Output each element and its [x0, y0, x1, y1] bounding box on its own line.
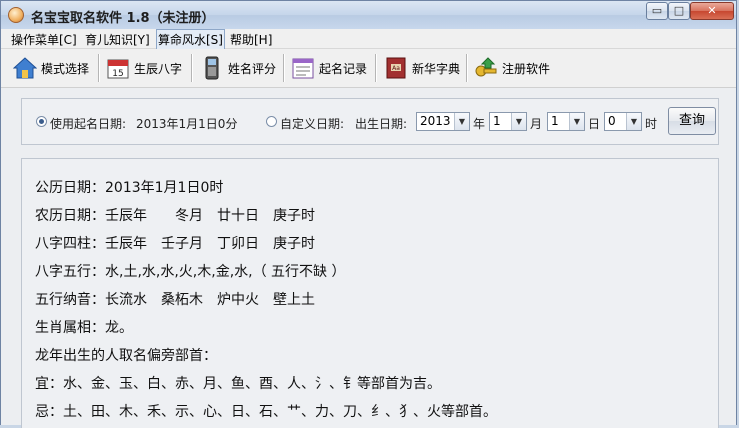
title-bar[interactable]: 名宝宝取名软件 1.8（未注册） ▭ □ ✕: [1, 1, 736, 30]
toolbar-divider: [191, 54, 193, 82]
query-button[interactable]: 查询: [668, 107, 716, 135]
register-software-label: 注册软件: [502, 61, 551, 76]
svg-text:15: 15: [112, 69, 123, 79]
close-button[interactable]: ✕: [690, 2, 734, 20]
result-line: 龙年出生的人取名偏旁部首：: [35, 348, 217, 364]
result-line: 生肖属相：龙。: [35, 320, 133, 336]
naming-records-label: 起名记录: [319, 61, 368, 76]
hour-select-value: 0: [608, 114, 616, 128]
month-unit: 月: [530, 117, 543, 131]
phone-icon: [205, 56, 219, 80]
result-line: 八字四柱：壬辰年 壬子月 丁卯日 庚子时: [35, 236, 315, 252]
month-select-value: 1: [493, 114, 501, 128]
use-naming-date-radio[interactable]: [36, 116, 47, 127]
result-panel: 公历日期：2013年1月1日0时 农历日期：壬辰年 冬月 廿十日 庚子时 八字四…: [21, 158, 719, 428]
app-logo-icon: [8, 7, 24, 23]
year-select[interactable]: 2013 ▼: [416, 112, 470, 131]
register-software-button[interactable]: 注册软件: [474, 53, 550, 83]
dictionary-icon: Aa: [386, 57, 406, 79]
result-line: 五行纳音：长流水 桑柘木 炉中火 壁上土: [35, 292, 315, 308]
xinhua-dictionary-button[interactable]: Aa 新华字典: [384, 53, 460, 83]
day-select[interactable]: 1 ▼: [547, 112, 585, 131]
menu-bar: 操作菜单[C] 育儿知识[Y] 算命风水[S] 帮助[H]: [1, 29, 736, 50]
name-score-label: 姓名评分: [228, 61, 277, 76]
query-panel: 使用起名日期: 2013年1月1日0分 自定义日期: 出生日期: 2013 ▼ …: [21, 98, 719, 145]
result-line: 八字五行：水,土,水,水,火,木,金,水,（ 五行不缺 ）: [35, 264, 346, 280]
birth-bazi-button[interactable]: 15 生辰八字: [106, 53, 182, 83]
menu-parenting[interactable]: 育儿知识[Y]: [85, 31, 150, 48]
toolbar-divider: [466, 54, 468, 82]
notes-icon: [292, 58, 314, 79]
mode-select-button[interactable]: 模式选择: [13, 53, 89, 83]
toolbar-divider: [283, 54, 285, 82]
name-score-button[interactable]: 姓名评分: [200, 53, 276, 83]
menu-fortune[interactable]: 算命风水[S]: [156, 29, 225, 50]
custom-date-label: 自定义日期:: [280, 117, 345, 131]
chevron-down-icon[interactable]: ▼: [454, 113, 469, 130]
naming-date-value: 2013年1月1日0分: [136, 117, 238, 131]
xinhua-dictionary-label: 新华字典: [412, 61, 461, 76]
birth-date-label: 出生日期:: [355, 117, 408, 131]
app-window: 名宝宝取名软件 1.8（未注册） ▭ □ ✕ 操作菜单[C] 育儿知识[Y] 算…: [0, 0, 737, 428]
key-icon: [475, 57, 497, 77]
chevron-down-icon[interactable]: ▼: [511, 113, 526, 130]
window-title: 名宝宝取名软件 1.8（未注册）: [31, 11, 215, 26]
month-select[interactable]: 1 ▼: [489, 112, 527, 131]
maximize-button[interactable]: □: [668, 2, 690, 20]
calendar-icon: 15: [107, 59, 129, 79]
result-line: 公历日期：2013年1月1日0时: [35, 180, 224, 196]
year-unit: 年: [473, 117, 486, 131]
minimize-button[interactable]: ▭: [646, 2, 668, 20]
result-line: 农历日期：壬辰年 冬月 廿十日 庚子时: [35, 208, 315, 224]
chevron-down-icon[interactable]: ▼: [626, 113, 641, 130]
use-naming-date-label: 使用起名日期:: [50, 117, 127, 131]
birth-bazi-label: 生辰八字: [134, 61, 183, 76]
hour-select[interactable]: 0 ▼: [604, 112, 642, 131]
custom-date-radio[interactable]: [266, 116, 277, 127]
result-line: 宜：水、金、玉、白、赤、月、鱼、酉、人、氵、钅等部首为吉。: [35, 376, 441, 392]
toolbar: 模式选择 15 生辰八字 姓名评分 起名记录 Aa 新华字典 注册软件: [1, 49, 736, 88]
menu-operations[interactable]: 操作菜单[C]: [11, 31, 77, 48]
hour-unit: 时: [645, 117, 658, 131]
naming-records-button[interactable]: 起名记录: [291, 53, 367, 83]
svg-text:Aa: Aa: [392, 65, 400, 72]
mode-select-label: 模式选择: [41, 61, 90, 76]
menu-help[interactable]: 帮助[H]: [230, 31, 272, 48]
toolbar-divider: [98, 54, 100, 82]
day-select-value: 1: [551, 114, 559, 128]
year-select-value: 2013: [420, 114, 451, 128]
result-line: 忌：土、田、木、禾、示、心、日、石、艹、力、刀、纟、犭、火等部首。: [35, 404, 497, 420]
home-icon: [13, 57, 37, 79]
chevron-down-icon[interactable]: ▼: [569, 113, 584, 130]
day-unit: 日: [588, 117, 601, 131]
toolbar-divider: [375, 54, 377, 82]
